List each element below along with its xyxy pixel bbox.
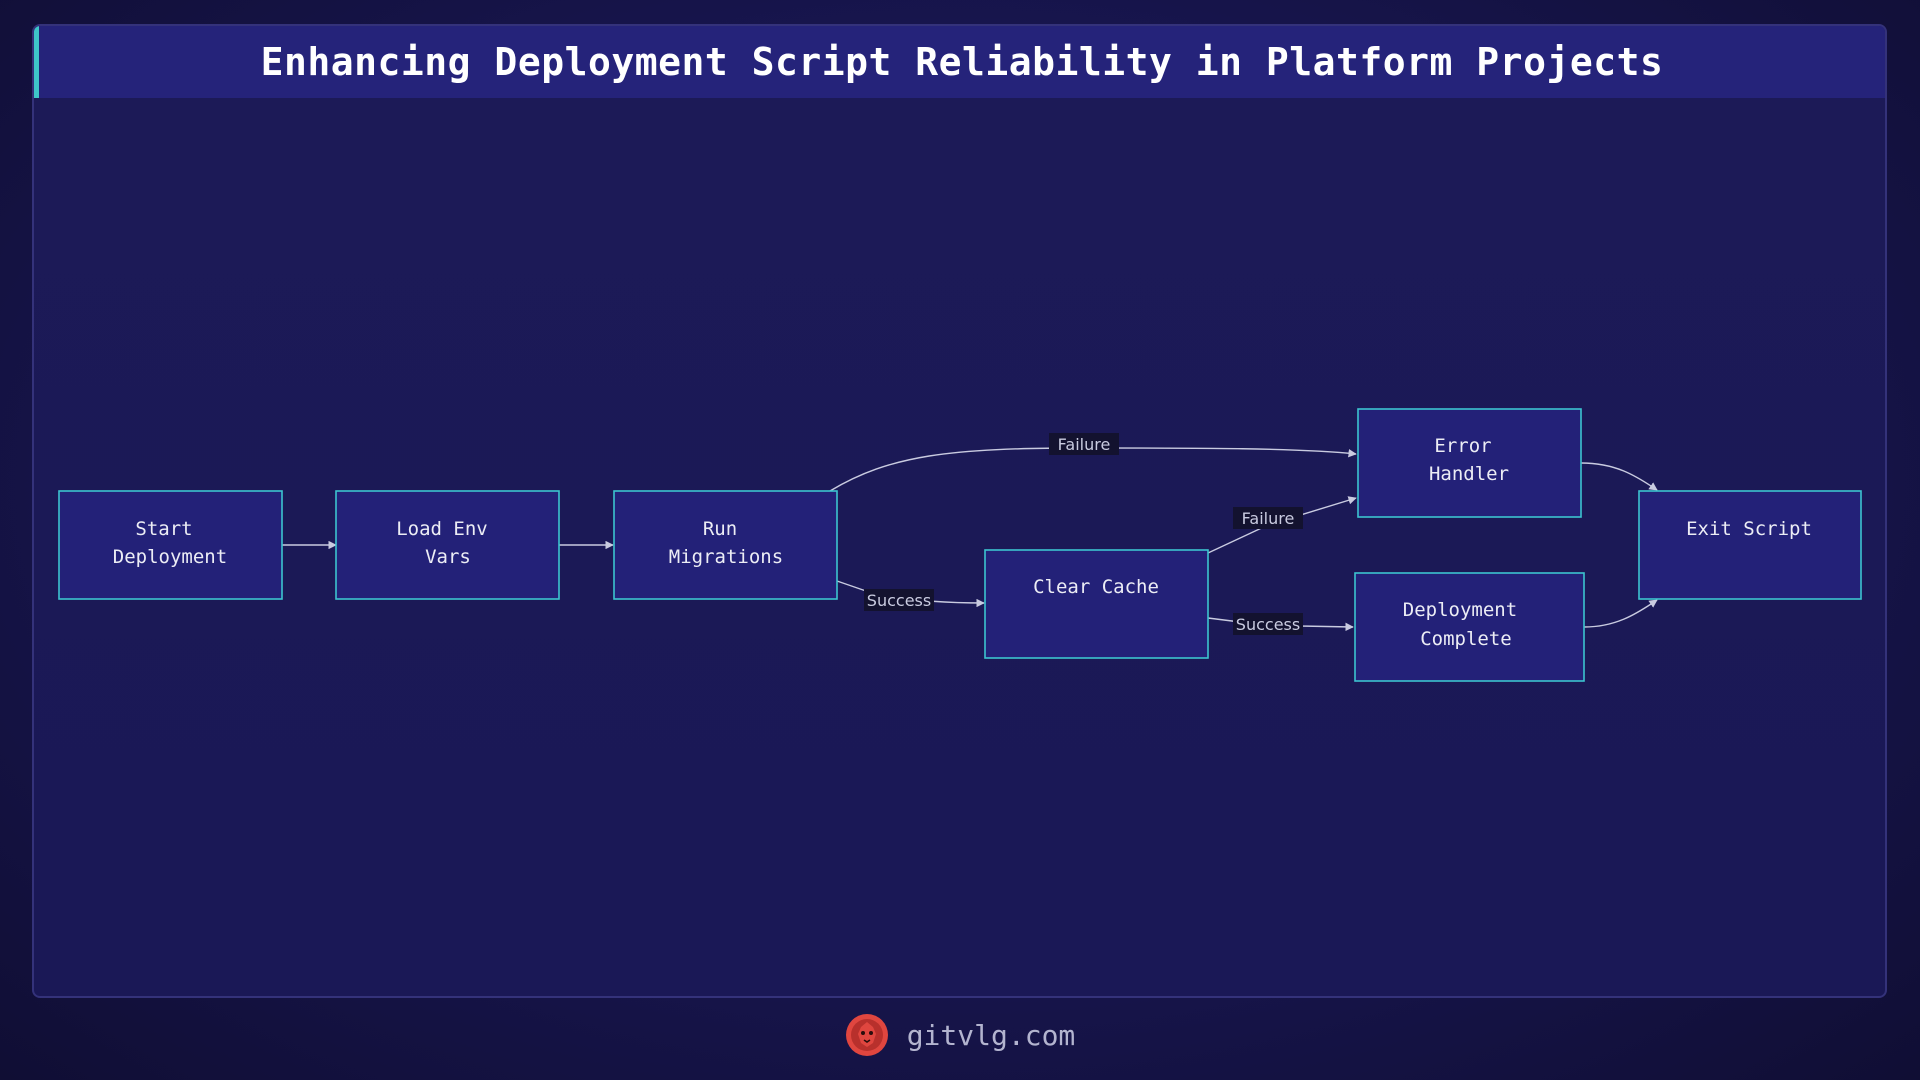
node-box <box>613 490 838 600</box>
node-label-line: Clear Cache <box>1033 576 1159 598</box>
edge-label-migrations-failure: Failure <box>1058 435 1111 454</box>
node-clear-cache: Clear Cache <box>984 549 1209 659</box>
node-exit-script: Exit Script <box>1638 490 1862 600</box>
node-start-deployment: Start Deployment <box>58 490 283 600</box>
node-label-line: Migrations <box>669 546 783 568</box>
edge-label-cache-failure: Failure <box>1242 509 1295 528</box>
flowchart: Failure Success Failure Success Start De… <box>58 408 1862 682</box>
node-box <box>1354 572 1585 682</box>
edge-deployment-complete-to-exit <box>1583 599 1658 628</box>
node-box <box>335 490 560 600</box>
lion-logo-icon <box>845 1014 888 1056</box>
node-deployment-complete: Deployment Complete <box>1354 572 1585 682</box>
node-label-line: Complete <box>1420 628 1512 650</box>
node-label-line: Deployment <box>113 546 227 568</box>
node-label-line: Handler <box>1429 463 1509 485</box>
footer: gitvlg.com <box>0 1010 1920 1060</box>
edge-error-handler-to-exit <box>1580 462 1658 491</box>
node-label-line: Error <box>1434 435 1491 457</box>
node-box <box>984 549 1209 659</box>
node-label-line: Deployment <box>1403 599 1517 621</box>
edge-label-migrations-success: Success <box>867 591 931 610</box>
node-load-env-vars: Load Env Vars <box>335 490 560 600</box>
footer-brand[interactable]: gitvlg.com <box>907 1019 1076 1052</box>
page-canvas: Enhancing Deployment Script Reliability … <box>0 0 1920 1080</box>
node-error-handler: Error Handler <box>1357 408 1582 518</box>
node-label-line: Load Env <box>396 518 488 540</box>
node-run-migrations: Run Migrations <box>613 490 838 600</box>
node-label-line: Run <box>703 518 737 540</box>
node-box <box>58 490 283 600</box>
node-label-line: Exit Script <box>1686 518 1812 540</box>
node-box <box>1638 490 1862 600</box>
node-label-line: Vars <box>425 546 471 568</box>
edge-label-cache-success: Success <box>1236 615 1300 634</box>
node-label-line: Start <box>135 518 192 540</box>
